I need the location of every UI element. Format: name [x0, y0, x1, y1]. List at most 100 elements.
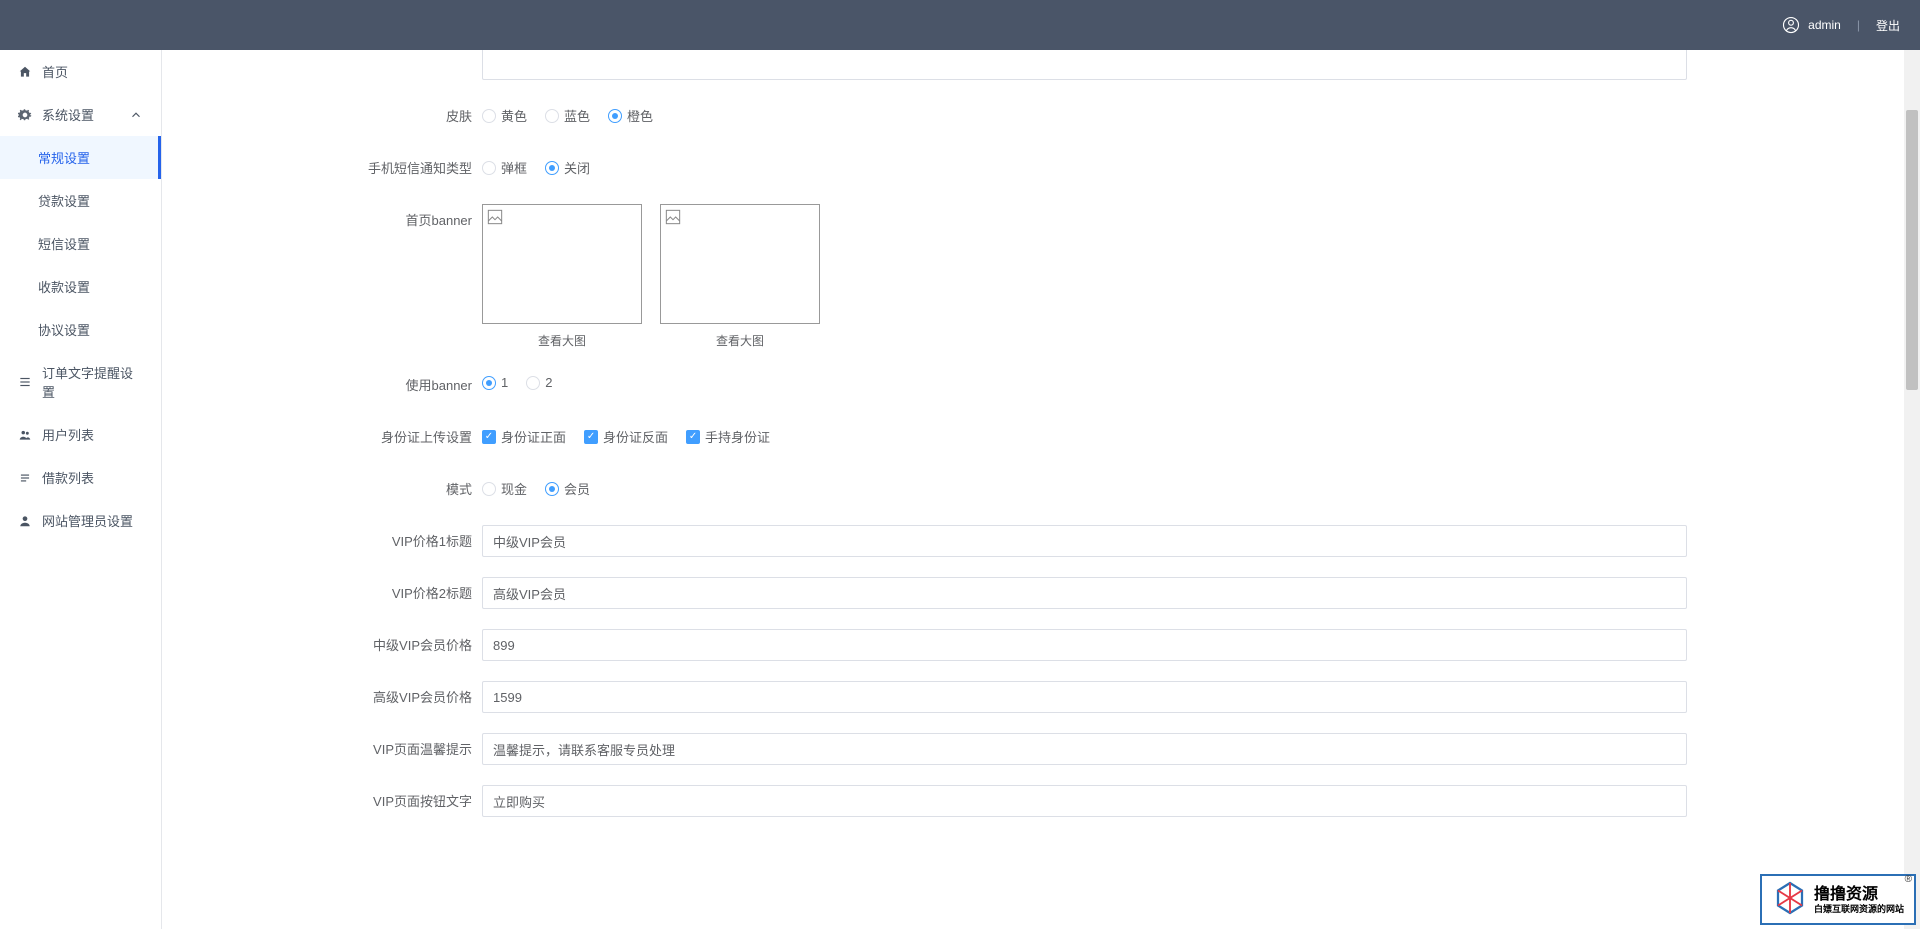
radio-icon: [545, 482, 559, 496]
nav-loan-settings[interactable]: 贷款设置: [0, 179, 161, 222]
nav-system-label: 系统设置: [42, 105, 94, 124]
checkbox-icon: ✓: [584, 430, 598, 444]
use-banner-group: 1 2: [482, 369, 1687, 390]
nav-system[interactable]: 系统设置: [0, 93, 161, 136]
nav-admins-label: 网站管理员设置: [42, 511, 133, 530]
watermark-badge: ® 撸撸资源 白嫖互联网资源的网站: [1760, 874, 1916, 925]
mode-label: 模式: [182, 473, 482, 498]
id-back-check[interactable]: ✓身份证反面: [584, 427, 668, 446]
banner-view-1[interactable]: 查看大图: [538, 332, 586, 349]
skin-orange[interactable]: 橙色: [608, 106, 653, 125]
user-area: admin | 登出: [1782, 16, 1900, 34]
radio-icon: [545, 109, 559, 123]
banner-item-1: 查看大图: [482, 204, 642, 349]
id-front-check[interactable]: ✓身份证正面: [482, 427, 566, 446]
top-select-label: [182, 50, 482, 54]
home-icon: [18, 65, 32, 79]
top-select[interactable]: [482, 50, 1687, 80]
radio-icon: [526, 376, 540, 390]
sms-off[interactable]: 关闭: [545, 158, 590, 177]
nav-order-text-label: 订单文字提醒设置: [42, 363, 143, 401]
nav-loans-label: 借款列表: [42, 468, 94, 487]
form-panel: 皮肤 黄色 蓝色 橙色 手机短信通知类型 弹框 关闭: [182, 50, 1900, 929]
radio-icon: [482, 161, 496, 175]
nav-agreement-label: 协议设置: [38, 320, 90, 339]
sms-type-radio-group: 弹框 关闭: [482, 152, 1687, 177]
mode-group: 现金 会员: [482, 473, 1687, 498]
radio-icon: [482, 109, 496, 123]
broken-image-icon: [487, 209, 503, 225]
banner-image-1[interactable]: [482, 204, 642, 324]
nav-sms-label: 短信设置: [38, 234, 90, 253]
use-banner-1[interactable]: 1: [482, 375, 508, 390]
users-icon: [18, 428, 32, 442]
watermark-logo-icon: [1772, 880, 1808, 919]
nav-payment-label: 收款设置: [38, 277, 90, 296]
sidebar: 首页 系统设置 常规设置 贷款设置 短信设置 收款设置 协议设置 订单文字提醒设…: [0, 50, 162, 929]
checkbox-icon: ✓: [686, 430, 700, 444]
mode-cash[interactable]: 现金: [482, 479, 527, 498]
radio-icon: [545, 161, 559, 175]
checkbox-icon: ✓: [482, 430, 496, 444]
vip-tip-input[interactable]: [482, 733, 1687, 765]
loan-list-icon: [18, 471, 32, 485]
nav-admins[interactable]: 网站管理员设置: [0, 499, 161, 542]
mid-vip-price-label: 中级VIP会员价格: [182, 629, 482, 654]
skin-yellow[interactable]: 黄色: [482, 106, 527, 125]
banner-image-2[interactable]: [660, 204, 820, 324]
banner-item-2: 查看大图: [660, 204, 820, 349]
banner-view-2[interactable]: 查看大图: [716, 332, 764, 349]
nav-general-label: 常规设置: [38, 148, 90, 167]
use-banner-2[interactable]: 2: [526, 375, 552, 390]
nav-agreement-settings[interactable]: 协议设置: [0, 308, 161, 351]
chevron-up-icon: [129, 108, 143, 122]
nav-general-settings[interactable]: 常规设置: [0, 136, 161, 179]
sms-type-label: 手机短信通知类型: [182, 152, 482, 177]
gear-icon: [18, 108, 32, 122]
scrollbar-track[interactable]: [1904, 50, 1920, 929]
skin-blue[interactable]: 蓝色: [545, 106, 590, 125]
radio-icon: [482, 482, 496, 496]
vip-tip-label: VIP页面温馨提示: [182, 733, 482, 758]
header-divider: |: [1857, 18, 1860, 32]
vip-btn-text-label: VIP页面按钮文字: [182, 785, 482, 810]
nav-users-label: 用户列表: [42, 425, 94, 444]
high-vip-price-label: 高级VIP会员价格: [182, 681, 482, 706]
skin-radio-group: 黄色 蓝色 橙色: [482, 100, 1687, 125]
mode-member[interactable]: 会员: [545, 479, 590, 498]
list-icon: [18, 375, 32, 389]
nav-users[interactable]: 用户列表: [0, 413, 161, 456]
nav-home-label: 首页: [42, 62, 68, 81]
skin-label: 皮肤: [182, 100, 482, 125]
broken-image-icon: [665, 209, 681, 225]
id-upload-label: 身份证上传设置: [182, 421, 482, 446]
radio-icon: [608, 109, 622, 123]
scrollbar-thumb[interactable]: [1906, 110, 1918, 390]
logout-link[interactable]: 登出: [1876, 17, 1900, 34]
nav-home[interactable]: 首页: [0, 50, 161, 93]
registered-icon: ®: [1905, 874, 1912, 885]
nav-order-text[interactable]: 订单文字提醒设置: [0, 351, 161, 413]
user-avatar-icon: [1782, 16, 1800, 34]
top-header: admin | 登出: [0, 0, 1920, 50]
radio-icon: [482, 376, 496, 390]
high-vip-price-input[interactable]: [482, 681, 1687, 713]
banner-label: 首页banner: [182, 204, 482, 229]
watermark-subtitle: 白嫖互联网资源的网站: [1814, 904, 1904, 915]
use-banner-label: 使用banner: [182, 369, 482, 394]
vip1-title-input[interactable]: [482, 525, 1687, 557]
nav-sms-settings[interactable]: 短信设置: [0, 222, 161, 265]
vip2-title-input[interactable]: [482, 577, 1687, 609]
admin-icon: [18, 514, 32, 528]
vip-btn-text-input[interactable]: [482, 785, 1687, 817]
content-area: 皮肤 黄色 蓝色 橙色 手机短信通知类型 弹框 关闭: [162, 50, 1920, 929]
watermark-title: 撸撸资源: [1814, 885, 1904, 904]
id-upload-group: ✓身份证正面 ✓身份证反面 ✓手持身份证: [482, 421, 1687, 446]
username[interactable]: admin: [1808, 18, 1841, 32]
sms-popup[interactable]: 弹框: [482, 158, 527, 177]
nav-loan-label: 贷款设置: [38, 191, 90, 210]
mid-vip-price-input[interactable]: [482, 629, 1687, 661]
nav-loans[interactable]: 借款列表: [0, 456, 161, 499]
nav-payment-settings[interactable]: 收款设置: [0, 265, 161, 308]
id-holding-check[interactable]: ✓手持身份证: [686, 427, 770, 446]
